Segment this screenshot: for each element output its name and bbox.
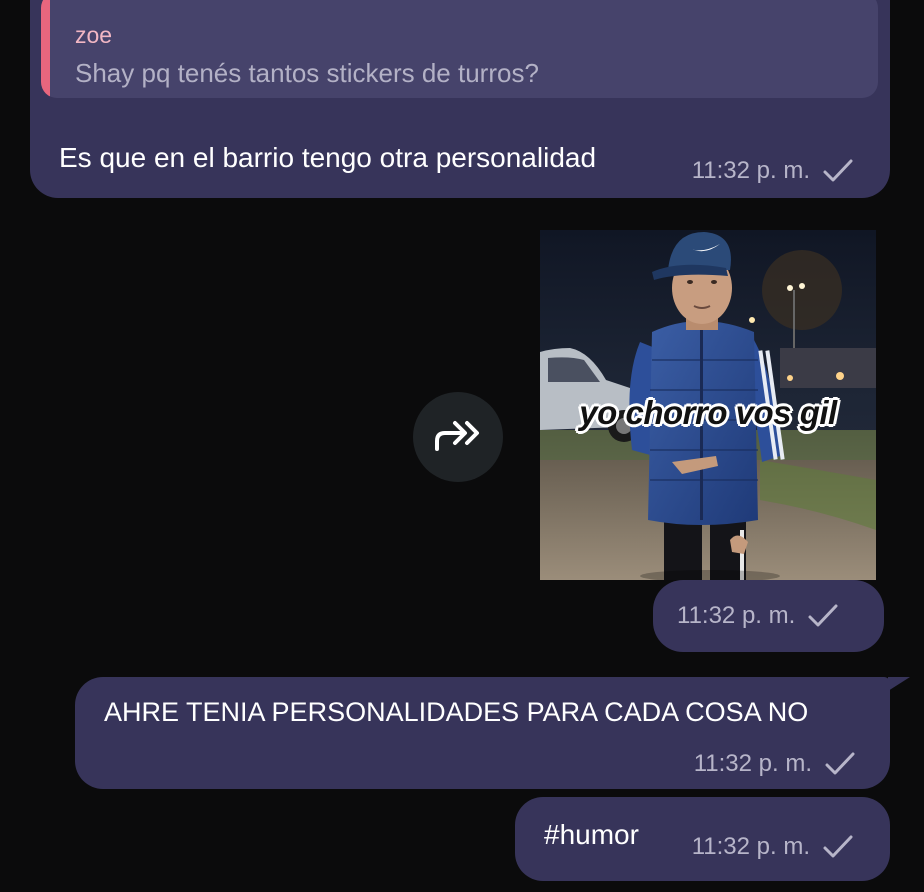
sticker-meta-bubble: 11:32 p. m. (653, 580, 884, 652)
message-time: 11:32 p. m. (677, 602, 796, 629)
quote-author: zoe (75, 22, 113, 48)
message-bubble[interactable]: zoe Shay pq tenés tantos stickers de tur… (30, 0, 890, 198)
check-icon (822, 158, 854, 184)
check-icon (822, 834, 854, 860)
message-time: 11:32 p. m. (693, 750, 812, 777)
message-text: AHRE TENIA PERSONALIDADES PARA CADA COSA… (104, 697, 809, 727)
message-time: 11:32 p. m. (691, 833, 810, 860)
message-time: 11:32 p. m. (691, 157, 810, 184)
forward-button[interactable] (413, 392, 503, 482)
message-text: #humor (544, 819, 639, 850)
check-icon (824, 751, 856, 777)
reply-quote[interactable]: zoe Shay pq tenés tantos stickers de tur… (41, 0, 878, 98)
bubble-tail (888, 677, 910, 691)
message-bubble[interactable]: #humor 11:32 p. m. (515, 797, 890, 881)
sticker-caption: yo chorro vos gil (579, 394, 837, 431)
message-meta: 11:32 p. m. (692, 157, 854, 185)
forward-icon (431, 415, 485, 460)
message-text: Es que en el barrio tengo otra personali… (59, 142, 597, 173)
message-meta: 11:32 p. m. (692, 833, 854, 861)
message-meta: 11:32 p. m. (677, 602, 839, 630)
sticker-image[interactable]: yo chorro vos gil (540, 230, 876, 580)
check-icon (807, 603, 839, 629)
message-bubble[interactable]: AHRE TENIA PERSONALIDADES PARA CADA COSA… (75, 677, 890, 789)
quote-text: Shay pq tenés tantos stickers de turros? (75, 58, 539, 88)
quote-accent-bar (41, 0, 50, 98)
message-meta: 11:32 p. m. (694, 750, 856, 778)
